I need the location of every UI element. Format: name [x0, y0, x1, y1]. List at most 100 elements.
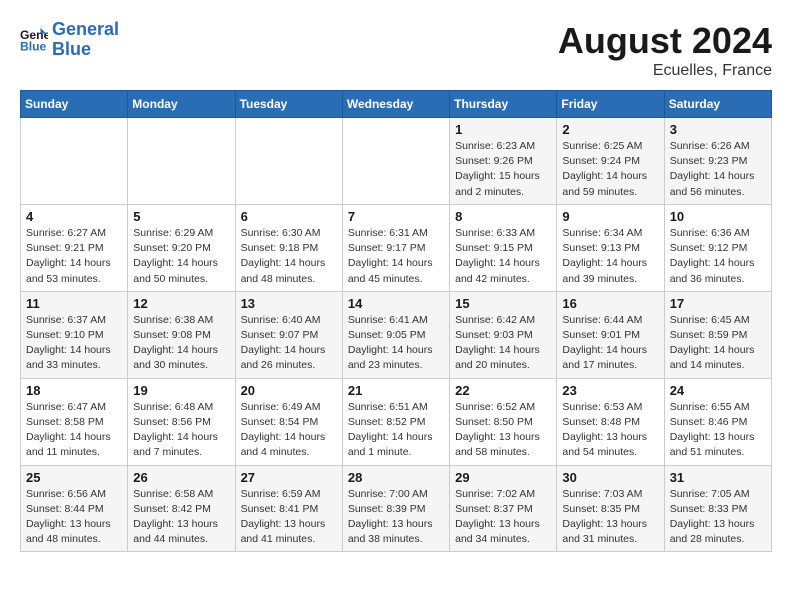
day-detail: Sunrise: 6:44 AMSunset: 9:01 PMDaylight:…: [562, 313, 658, 374]
day-detail: Sunrise: 6:37 AMSunset: 9:10 PMDaylight:…: [26, 313, 122, 374]
day-number: 11: [26, 296, 122, 311]
day-detail: Sunrise: 6:25 AMSunset: 9:24 PMDaylight:…: [562, 139, 658, 200]
day-number: 18: [26, 383, 122, 398]
day-cell: 18 Sunrise: 6:47 AMSunset: 8:58 PMDayligh…: [21, 378, 128, 465]
header-thursday: Thursday: [450, 91, 557, 118]
header-tuesday: Tuesday: [235, 91, 342, 118]
day-cell: 4Sunrise: 6:27 AMSunset: 9:21 PMDaylight…: [21, 204, 128, 291]
day-detail: Sunrise: 6:53 AMSunset: 8:48 PMDaylight:…: [562, 400, 658, 461]
day-number: 29: [455, 470, 551, 485]
day-number: 15: [455, 296, 551, 311]
day-detail: Sunrise: 6:29 AMSunset: 9:20 PMDaylight:…: [133, 226, 229, 287]
calendar-header-row: SundayMondayTuesdayWednesdayThursdayFrid…: [21, 91, 772, 118]
header-sunday: Sunday: [21, 91, 128, 118]
day-number: 3: [670, 122, 766, 137]
day-detail: Sunrise: 6:41 AMSunset: 9:05 PMDaylight:…: [348, 313, 444, 374]
day-cell: 8Sunrise: 6:33 AMSunset: 9:15 PMDaylight…: [450, 204, 557, 291]
day-number: 26: [133, 470, 229, 485]
day-number: 28: [348, 470, 444, 485]
day-cell: [21, 118, 128, 205]
header-wednesday: Wednesday: [342, 91, 449, 118]
logo-text: GeneralBlue: [52, 20, 119, 60]
week-row-2: 4Sunrise: 6:27 AMSunset: 9:21 PMDaylight…: [21, 204, 772, 291]
day-number: 6: [241, 209, 337, 224]
day-cell: 10 Sunrise: 6:36 AMSunset: 9:12 PMDayligh…: [664, 204, 771, 291]
day-detail: Sunrise: 6:59 AMSunset: 8:41 PMDaylight:…: [241, 487, 337, 548]
header-monday: Monday: [128, 91, 235, 118]
day-number: 17: [670, 296, 766, 311]
week-row-3: 11 Sunrise: 6:37 AMSunset: 9:10 PMDayligh…: [21, 291, 772, 378]
day-number: 27: [241, 470, 337, 485]
day-detail: Sunrise: 6:40 AMSunset: 9:07 PMDaylight:…: [241, 313, 337, 374]
day-cell: 17 Sunrise: 6:45 AMSunset: 8:59 PMDayligh…: [664, 291, 771, 378]
day-detail: Sunrise: 6:58 AMSunset: 8:42 PMDaylight:…: [133, 487, 229, 548]
day-cell: 16 Sunrise: 6:44 AMSunset: 9:01 PMDayligh…: [557, 291, 664, 378]
day-detail: Sunrise: 6:45 AMSunset: 8:59 PMDaylight:…: [670, 313, 766, 374]
day-number: 25: [26, 470, 122, 485]
day-detail: Sunrise: 6:34 AMSunset: 9:13 PMDaylight:…: [562, 226, 658, 287]
day-number: 23: [562, 383, 658, 398]
svg-text:Blue: Blue: [20, 39, 47, 53]
calendar-table: SundayMondayTuesdayWednesdayThursdayFrid…: [20, 90, 772, 552]
day-number: 14: [348, 296, 444, 311]
day-number: 7: [348, 209, 444, 224]
week-row-1: 1 Sunrise: 6:23 AMSunset: 9:26 PMDaylight…: [21, 118, 772, 205]
day-number: 12: [133, 296, 229, 311]
day-number: 20: [241, 383, 337, 398]
day-cell: 27 Sunrise: 6:59 AMSunset: 8:41 PMDayligh…: [235, 465, 342, 552]
day-cell: 31Sunrise: 7:05 AMSunset: 8:33 PMDayligh…: [664, 465, 771, 552]
day-number: 10: [670, 209, 766, 224]
week-row-5: 25 Sunrise: 6:56 AMSunset: 8:44 PMDayligh…: [21, 465, 772, 552]
day-detail: Sunrise: 6:51 AMSunset: 8:52 PMDaylight:…: [348, 400, 444, 461]
day-cell: 26 Sunrise: 6:58 AMSunset: 8:42 PMDayligh…: [128, 465, 235, 552]
day-cell: 14 Sunrise: 6:41 AMSunset: 9:05 PMDayligh…: [342, 291, 449, 378]
day-cell: 20 Sunrise: 6:49 AMSunset: 8:54 PMDayligh…: [235, 378, 342, 465]
day-detail: Sunrise: 6:23 AMSunset: 9:26 PMDaylight:…: [455, 139, 551, 200]
day-cell: 23 Sunrise: 6:53 AMSunset: 8:48 PMDayligh…: [557, 378, 664, 465]
day-number: 24: [670, 383, 766, 398]
day-cell: 28Sunrise: 7:00 AMSunset: 8:39 PMDayligh…: [342, 465, 449, 552]
day-cell: 24 Sunrise: 6:55 AMSunset: 8:46 PMDayligh…: [664, 378, 771, 465]
day-cell: [128, 118, 235, 205]
day-number: 9: [562, 209, 658, 224]
day-detail: Sunrise: 6:56 AMSunset: 8:44 PMDaylight:…: [26, 487, 122, 548]
day-cell: 11 Sunrise: 6:37 AMSunset: 9:10 PMDayligh…: [21, 291, 128, 378]
day-cell: [342, 118, 449, 205]
logo-icon: General Blue: [20, 26, 48, 54]
header-saturday: Saturday: [664, 91, 771, 118]
day-cell: 6 Sunrise: 6:30 AMSunset: 9:18 PMDaylight…: [235, 204, 342, 291]
day-number: 19: [133, 383, 229, 398]
day-number: 1: [455, 122, 551, 137]
logo: General Blue GeneralBlue: [20, 20, 119, 60]
day-cell: 15 Sunrise: 6:42 AMSunset: 9:03 PMDayligh…: [450, 291, 557, 378]
day-cell: 12Sunrise: 6:38 AMSunset: 9:08 PMDayligh…: [128, 291, 235, 378]
day-number: 13: [241, 296, 337, 311]
header-friday: Friday: [557, 91, 664, 118]
day-cell: 22 Sunrise: 6:52 AMSunset: 8:50 PMDayligh…: [450, 378, 557, 465]
day-detail: Sunrise: 6:55 AMSunset: 8:46 PMDaylight:…: [670, 400, 766, 461]
day-detail: Sunrise: 7:03 AMSunset: 8:35 PMDaylight:…: [562, 487, 658, 548]
day-cell: 1 Sunrise: 6:23 AMSunset: 9:26 PMDaylight…: [450, 118, 557, 205]
day-detail: Sunrise: 6:42 AMSunset: 9:03 PMDaylight:…: [455, 313, 551, 374]
day-cell: 9 Sunrise: 6:34 AMSunset: 9:13 PMDaylight…: [557, 204, 664, 291]
title-block: August 2024 Ecuelles, France: [558, 20, 772, 80]
day-cell: 2 Sunrise: 6:25 AMSunset: 9:24 PMDaylight…: [557, 118, 664, 205]
day-detail: Sunrise: 7:05 AMSunset: 8:33 PMDaylight:…: [670, 487, 766, 548]
day-detail: Sunrise: 6:48 AMSunset: 8:56 PMDaylight:…: [133, 400, 229, 461]
day-detail: Sunrise: 6:36 AMSunset: 9:12 PMDaylight:…: [670, 226, 766, 287]
page-header: General Blue GeneralBlue August 2024 Ecu…: [20, 20, 772, 80]
day-cell: 25 Sunrise: 6:56 AMSunset: 8:44 PMDayligh…: [21, 465, 128, 552]
day-cell: 3 Sunrise: 6:26 AMSunset: 9:23 PMDaylight…: [664, 118, 771, 205]
day-detail: Sunrise: 6:47 AMSunset: 8:58 PMDaylight:…: [26, 400, 122, 461]
day-cell: 21 Sunrise: 6:51 AMSunset: 8:52 PMDayligh…: [342, 378, 449, 465]
day-number: 16: [562, 296, 658, 311]
day-number: 2: [562, 122, 658, 137]
day-number: 22: [455, 383, 551, 398]
day-detail: Sunrise: 6:31 AMSunset: 9:17 PMDaylight:…: [348, 226, 444, 287]
day-detail: Sunrise: 6:52 AMSunset: 8:50 PMDaylight:…: [455, 400, 551, 461]
day-detail: Sunrise: 6:30 AMSunset: 9:18 PMDaylight:…: [241, 226, 337, 287]
day-cell: 19 Sunrise: 6:48 AMSunset: 8:56 PMDayligh…: [128, 378, 235, 465]
day-number: 21: [348, 383, 444, 398]
day-detail: Sunrise: 6:49 AMSunset: 8:54 PMDaylight:…: [241, 400, 337, 461]
day-detail: Sunrise: 6:26 AMSunset: 9:23 PMDaylight:…: [670, 139, 766, 200]
